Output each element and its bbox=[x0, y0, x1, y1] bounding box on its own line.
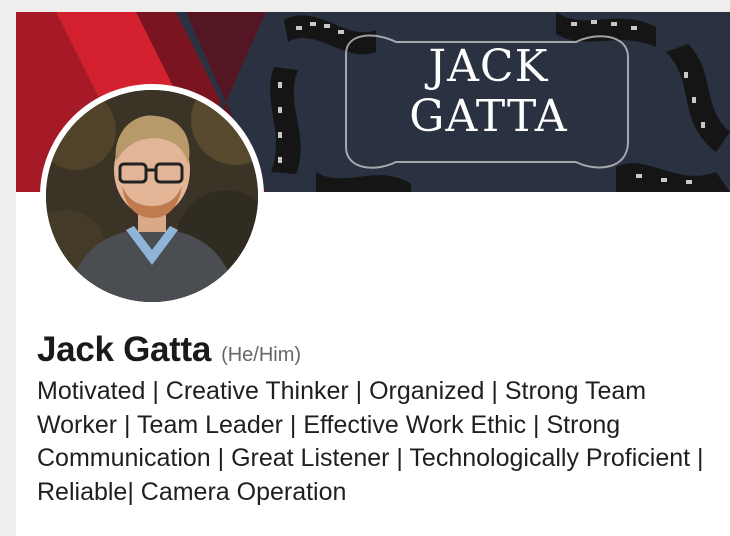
banner-title-line-2: GATTA bbox=[409, 91, 568, 142]
banner-title: JACK GATTA bbox=[396, 42, 581, 142]
profile-pronouns: (He/Him) bbox=[221, 344, 302, 366]
profile-name: Jack Gatta bbox=[37, 330, 212, 369]
profile-headline: Motivated | Creative Thinker | Organized… bbox=[37, 377, 704, 506]
profile-avatar[interactable] bbox=[40, 84, 264, 308]
profile-card: JACK GATTA Jack Gatta (He/Him) Motivated… bbox=[16, 12, 730, 536]
name-row: Jack Gatta (He/Him) bbox=[37, 330, 301, 370]
banner-title-line-1: JACK bbox=[428, 41, 549, 92]
avatar-photo bbox=[46, 90, 258, 302]
